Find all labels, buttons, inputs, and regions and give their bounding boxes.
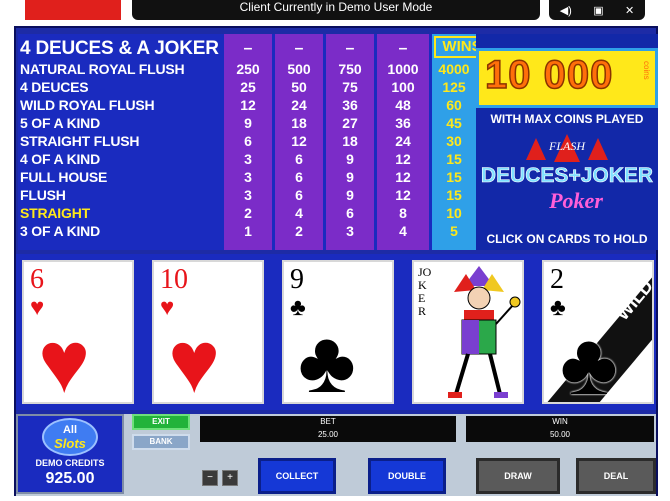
paytable-row: STRAIGHT — [18, 204, 474, 222]
collect-button[interactable]: COLLECT — [258, 458, 336, 494]
logo-flash: FLASH — [548, 139, 586, 153]
bet-decrease-button[interactable]: − — [202, 470, 218, 486]
paytable-row: 5 OF A KIND — [18, 114, 474, 132]
joker-icon — [448, 266, 521, 398]
paytable-row: 4 OF A KIND — [18, 150, 474, 168]
paytable: –250 25 12 9 6 3 3 3 2 1 –500 50 24 18 12 6 6 6 4 2 –750 75… — [18, 34, 490, 250]
card-2[interactable]: 10 ♥ ♥ — [152, 260, 264, 404]
paytable-title: 4 DEUCES & A JOKER — [20, 38, 219, 59]
card-rank: 9 — [290, 264, 304, 295]
promo-panel: 10 000 coins WITH MAX COINS PLAYED FLASH… — [476, 34, 658, 250]
win-value: 50.00 — [466, 428, 654, 442]
casino-logo: All Slots — [42, 418, 98, 456]
card-rank: 2 — [550, 264, 564, 295]
paytable-row: WILD ROYAL FLUSH — [18, 96, 474, 114]
jackpot-unit: coins — [642, 61, 651, 80]
deal-button[interactable]: DEAL — [576, 458, 656, 494]
top-bar: Client Currently in Demo User Mode ◀) ▣ … — [0, 0, 670, 26]
club-icon: ♣ — [560, 314, 618, 404]
paytable-row: 4 DEUCES — [18, 78, 474, 96]
bet-increase-button[interactable]: + — [222, 470, 238, 486]
jackpot-value: 10 000 — [484, 52, 614, 98]
logo-sub: Poker — [548, 188, 603, 213]
casino-panel: All Slots DEMO CREDITS 925.00 — [16, 414, 124, 494]
paytable-row: 3 OF A KIND — [18, 222, 474, 240]
hand-name: STRAIGHT FLUSH — [20, 133, 140, 149]
hand-name: WILD ROYAL FLUSH — [20, 97, 155, 113]
hand-name: 3 OF A KIND — [20, 223, 100, 239]
card-rank: JOKER — [418, 265, 432, 318]
logo-triangle-right-icon — [588, 138, 608, 160]
hand-name: 4 DEUCES — [20, 79, 89, 95]
paytable-header: 4 DEUCES & A JOKER — [18, 38, 474, 59]
hand-name: 5 OF A KIND — [20, 115, 100, 131]
logo-line1: All — [62, 424, 78, 436]
paytable-row: FULL HOUSE — [18, 168, 474, 186]
heart-icon: ♥ — [168, 312, 221, 404]
click-to-hold-text: CLICK ON CARDS TO HOLD — [486, 232, 648, 246]
bet-value: 25.00 — [200, 428, 456, 442]
hand-name: FLUSH — [20, 187, 66, 203]
card-1[interactable]: 6 ♥ ♥ — [22, 260, 134, 404]
demo-mode-message: Client Currently in Demo User Mode — [132, 0, 540, 20]
logo-triangle-left-icon — [526, 138, 546, 160]
paytable-row: NATURAL ROYAL FLUSH — [18, 60, 474, 78]
hand-name: STRAIGHT — [20, 205, 90, 221]
card-5-wild[interactable]: WILD 2 ♣ ♣ — [542, 260, 654, 404]
game-frame: –250 25 12 9 6 3 3 3 2 1 –500 50 24 18 12 6 6 6 4 2 –750 75… — [14, 26, 658, 496]
hand-name: 4 OF A KIND — [20, 151, 100, 167]
credits-label: DEMO CREDITS — [35, 458, 105, 468]
game-logo: FLASH DEUCES+JOKER Poker — [481, 134, 653, 213]
hand-name: NATURAL ROYAL FLUSH — [20, 61, 185, 77]
jackpot-display: 10 000 coins — [476, 48, 658, 108]
exit-button[interactable]: EXIT — [132, 414, 190, 430]
club-icon: ♣ — [298, 312, 356, 404]
top-controls: ◀) ▣ ✕ — [549, 0, 645, 20]
max-coins-text: WITH MAX COINS PLAYED — [490, 112, 644, 126]
bet-label: BET — [200, 416, 456, 428]
hand-name: FULL HOUSE — [20, 169, 108, 185]
heart-icon: ♥ — [38, 312, 91, 404]
paytable-row: FLUSH — [18, 186, 474, 204]
sound-icon[interactable]: ◀) — [560, 4, 572, 17]
credits-value: 925.00 — [45, 470, 95, 487]
logo-line2: Slots — [54, 436, 86, 451]
draw-button[interactable]: DRAW — [476, 458, 560, 494]
card-3[interactable]: 9 ♣ ♣ — [282, 260, 394, 404]
paytable-row: STRAIGHT FLUSH — [18, 132, 474, 150]
double-button[interactable]: DOUBLE — [368, 458, 446, 494]
card-4-joker[interactable]: JOKER — [412, 260, 524, 404]
help-icon[interactable]: ▣ — [593, 4, 603, 17]
card-rank: 6 — [30, 264, 44, 295]
control-panel: All Slots DEMO CREDITS 925.00 EXIT BANK … — [16, 414, 656, 496]
card-area: 6 ♥ ♥ 10 ♥ ♥ 9 ♣ ♣ JOKER WILD 2 ♣ ♣ — [16, 254, 656, 410]
close-icon[interactable]: ✕ — [625, 4, 634, 17]
top-red-tab — [25, 0, 121, 20]
win-label: WIN — [466, 416, 654, 428]
bank-button[interactable]: BANK — [132, 434, 190, 450]
logo-title: DEUCES+JOKER — [481, 164, 653, 187]
card-rank: 10 — [160, 264, 188, 295]
